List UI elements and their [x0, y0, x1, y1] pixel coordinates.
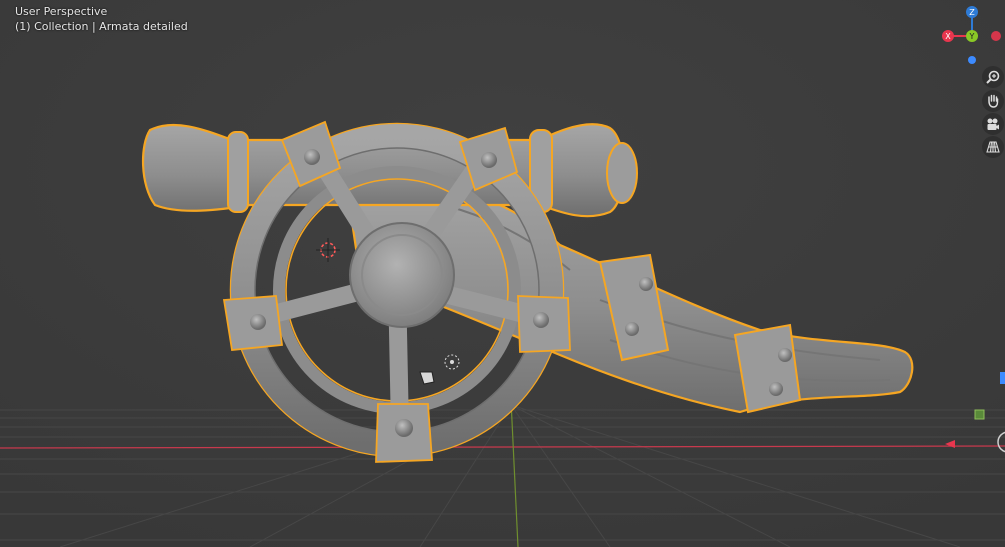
gizmo-z-axis[interactable]: Z [966, 6, 978, 18]
empty-object-marker [974, 409, 985, 420]
zoom-icon [986, 70, 1000, 84]
camera-view-button[interactable] [982, 113, 1004, 135]
3d-viewport[interactable] [0, 0, 1005, 547]
svg-text:Y: Y [969, 32, 975, 41]
edge-blue-marker [1000, 372, 1005, 384]
svg-text:Z: Z [969, 8, 975, 17]
ortho-toggle-button[interactable] [982, 136, 1004, 158]
gizmo-neg-z-axis[interactable] [968, 56, 976, 64]
collection-label: (1) Collection | Armata detailed [15, 20, 188, 33]
pan-button[interactable] [982, 90, 1004, 112]
pan-hand-icon [988, 94, 999, 108]
svg-text:X: X [945, 32, 951, 41]
gizmo-neg-x-axis[interactable] [991, 31, 1001, 41]
gizmo-y-axis[interactable]: Y [966, 30, 978, 42]
view-mode-label: User Perspective [15, 5, 108, 18]
camera-view-icon [987, 118, 999, 130]
zoom-button[interactable] [982, 66, 1004, 88]
gizmo-x-axis[interactable]: X [942, 30, 954, 42]
ortho-grid-icon [986, 141, 1000, 153]
